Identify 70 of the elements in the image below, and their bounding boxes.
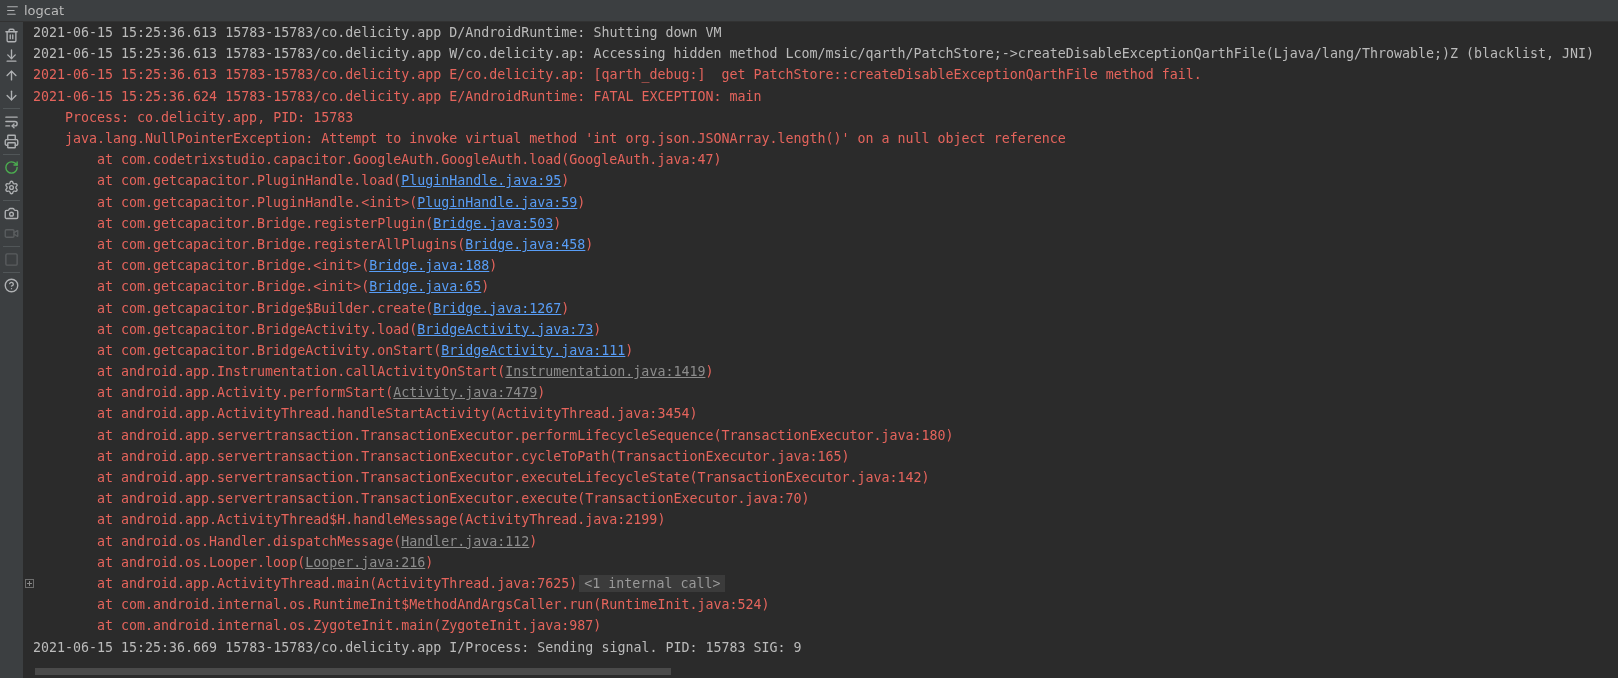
log-text: ) — [625, 342, 634, 358]
source-link[interactable]: PluginHandle.java:95 — [401, 173, 562, 189]
log-text: at android.app.ActivityThread$H.handleMessage(ActivityThread.java:2199) — [97, 512, 666, 528]
log-text: ) — [585, 236, 594, 252]
log-text: ) — [577, 194, 586, 210]
panel-title: logcat — [24, 3, 65, 18]
log-text: Process: co.delicity.app, PID: 15783 — [65, 109, 354, 125]
log-text: at android.app.servertransaction.TransactionExecutor.performLifecycleSequence(TransactionExecutor.java:180) — [97, 427, 954, 443]
menu-icon[interactable] — [6, 4, 19, 17]
library-source-link[interactable]: Looper.java:216 — [305, 554, 426, 570]
source-link[interactable]: Bridge.java:503 — [433, 215, 554, 231]
trash-icon[interactable] — [4, 28, 19, 43]
log-text: ) — [561, 173, 570, 189]
restart-icon[interactable] — [4, 160, 19, 175]
log-text: 2021-06-15 15:25:36.669 15783-15783/co.delicity.app I/Process: Sending signal. PID: 15783 SIG: 9 — [33, 639, 802, 655]
horizontal-scrollbar[interactable] — [35, 667, 671, 675]
log-text: ) — [553, 215, 562, 231]
log-text: ) — [593, 321, 602, 337]
camera-icon[interactable] — [4, 206, 19, 221]
source-link[interactable]: BridgeActivity.java:111 — [441, 342, 626, 358]
log-text: at com.getcapacitor.PluginHandle.load( — [97, 173, 402, 189]
settings-icon[interactable] — [4, 180, 19, 195]
down-arrow-icon[interactable] — [4, 88, 19, 103]
log-text: at com.getcapacitor.BridgeActivity.onStart( — [97, 342, 442, 358]
expand-icon[interactable] — [25, 578, 34, 588]
log-text: at com.android.internal.os.RuntimeInit$MethodAndArgsCaller.run(RuntimeInit.java:524) — [97, 597, 770, 613]
source-link[interactable]: Bridge.java:1267 — [433, 300, 562, 316]
library-source-link[interactable]: Instrumentation.java:1419 — [505, 364, 706, 380]
source-link[interactable]: Bridge.java:458 — [465, 236, 586, 252]
log-text: java.lang.NullPointerException: Attempt to invoke virtual method 'int org.json.JSONArray.length()' on a null object reference — [65, 131, 1066, 147]
source-link[interactable]: PluginHandle.java:59 — [417, 194, 578, 210]
log-text: at com.getcapacitor.Bridge.registerPlugin( — [97, 215, 434, 231]
log-text: 2021-06-15 15:25:36.613 15783-15783/co.delicity.app W/co.delicity.ap: Accessing hidden method Lcom/msic/qarth/PatchStore;->createDisableExceptionQarthFile(Ljava/lang/Throwable;)Z (blacklist, JNI) — [33, 46, 1595, 62]
log-text: at android.app.servertransaction.TransactionExecutor.execute(TransactionExecutor.java:70) — [97, 491, 810, 507]
log-text: 2021-06-15 15:25:36.624 15783-15783/co.delicity.app E/AndroidRuntime: FATAL EXCEPTION: main — [33, 88, 762, 104]
source-link[interactable]: Bridge.java:65 — [369, 279, 482, 295]
source-link[interactable]: BridgeActivity.java:73 — [417, 321, 594, 337]
log-text: at android.app.ActivityThread.main(ActivityThread.java:7625) — [97, 575, 578, 591]
log-text: at android.app.Activity.performStart( — [97, 385, 394, 401]
log-text: at android.app.Instrumentation.callActivityOnStart( — [97, 364, 506, 380]
help-icon[interactable] — [4, 278, 19, 293]
log-text: at com.android.internal.os.ZygoteInit.main(ZygoteInit.java:987) — [97, 618, 602, 634]
log-text: ) — [425, 554, 434, 570]
log-text: at com.getcapacitor.BridgeActivity.load( — [97, 321, 418, 337]
log-text: at com.codetrixstudio.capacitor.GoogleAuth.GoogleAuth.load(GoogleAuth.java:47) — [97, 152, 722, 168]
log-text: ) — [481, 279, 490, 295]
log-text: at android.app.ActivityThread.handleStartActivity(ActivityThread.java:3454) — [97, 406, 698, 422]
log-text: at android.app.servertransaction.TransactionExecutor.executeLifecycleState(TransactionExecutor.java:142) — [97, 470, 930, 486]
log-text: at com.getcapacitor.Bridge.registerAllPlugins( — [97, 236, 466, 252]
printer-icon[interactable] — [4, 134, 19, 149]
library-source-link[interactable]: Activity.java:7479 — [393, 385, 538, 401]
log-text: at android.os.Looper.loop( — [97, 554, 306, 570]
log-text: at com.getcapacitor.Bridge.<init>( — [97, 279, 370, 295]
library-source-link[interactable]: Handler.java:112 — [401, 533, 530, 549]
log-text: at com.getcapacitor.Bridge.<init>( — [97, 258, 370, 274]
log-text: at com.getcapacitor.PluginHandle.<init>( — [97, 194, 418, 210]
log-text: ) — [489, 258, 498, 274]
log-text: ) — [529, 533, 538, 549]
log-text: at android.app.servertransaction.TransactionExecutor.cycleToPath(TransactionExecutor.java:165) — [97, 448, 850, 464]
log-text: ) — [561, 300, 570, 316]
log-text: at com.getcapacitor.Bridge$Builder.create( — [97, 300, 434, 316]
log-text: 2021-06-15 15:25:36.613 15783-15783/co.delicity.app D/AndroidRuntime: Shutting down VM — [33, 25, 722, 41]
log-text: ) — [537, 385, 546, 401]
log-text: ) — [705, 364, 714, 380]
soft-wrap-icon[interactable] — [4, 114, 19, 129]
log-text: at android.os.Handler.dispatchMessage( — [97, 533, 402, 549]
source-link[interactable]: Bridge.java:188 — [369, 258, 490, 274]
folded-calls-tag[interactable]: <1 internal call> — [579, 574, 726, 592]
scroll-to-end-icon[interactable] — [4, 48, 19, 63]
log-text: 2021-06-15 15:25:36.613 15783-15783/co.delicity.app E/co.delicity.ap: [qarth_debug:] get PatchStore::createDisableExceptionQarthFile method fail. — [33, 67, 1202, 83]
